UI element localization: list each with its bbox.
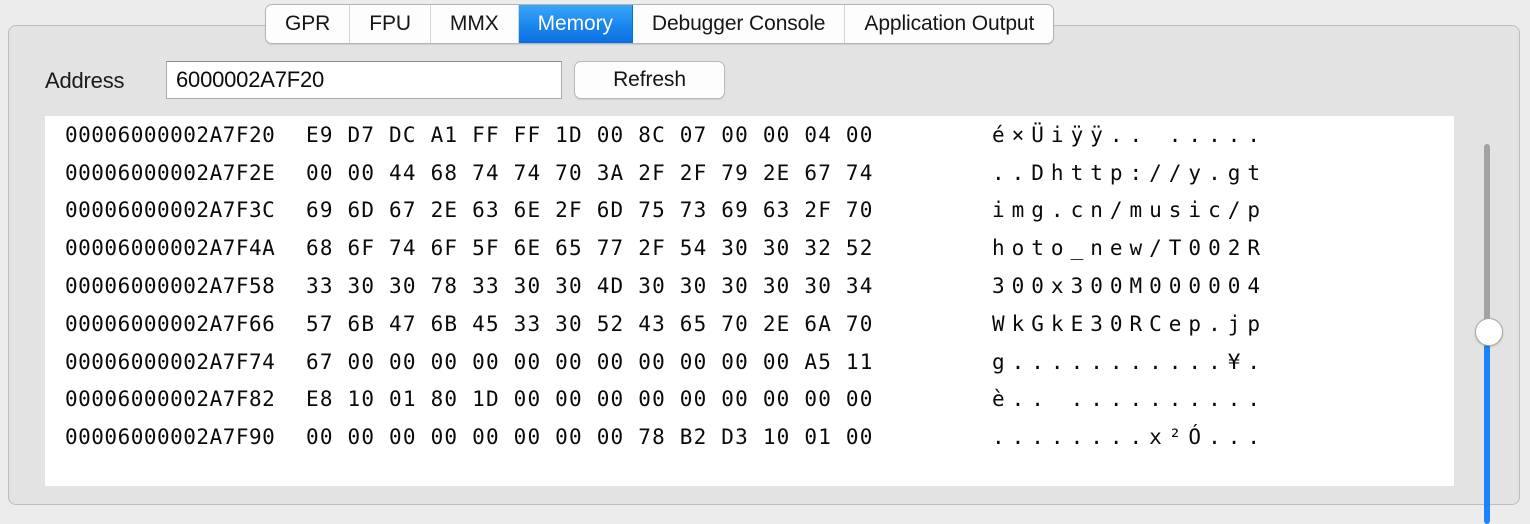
hex-row[interactable]: 00006000002A7F66 57 6B 47 6B 45 33 30 52 … — [45, 305, 1454, 343]
hex-row-address: 00006000002A7F2E — [65, 160, 276, 185]
tab-bar: GPR FPU MMX Memory Debugger Console Applicati… — [265, 4, 1055, 44]
hex-row[interactable]: 00006000002A7F3C 69 6D 67 2E 63 6E 2F 6D … — [45, 192, 1454, 230]
hex-row-address: 00006000002A7F3C — [65, 198, 276, 223]
slider-track-upper[interactable] — [1484, 144, 1490, 338]
hex-row-address: 00006000002A7F82 — [65, 387, 276, 412]
hex-row-ascii: ........x²Ó... — [992, 425, 1268, 450]
tab-gpr[interactable]: GPR — [266, 5, 351, 43]
tab-mmx[interactable]: MMX — [430, 5, 519, 43]
hex-row[interactable]: 00006000002A7F90 00 00 00 00 00 00 00 00 … — [45, 418, 1454, 456]
hex-row-ascii: è.. .......... — [992, 387, 1268, 412]
refresh-button[interactable]: Refresh — [574, 61, 725, 99]
hex-row-ascii: WkGkE30RCep.jp — [992, 311, 1268, 336]
hex-dump-view[interactable]: 00006000002A7F20 E9 D7 DC A1 FF FF 1D 00 … — [45, 116, 1454, 486]
hex-row-address: 00006000002A7F90 — [65, 425, 276, 450]
hex-row[interactable]: 00006000002A7F74 67 00 00 00 00 00 00 00 … — [45, 343, 1454, 381]
hex-row-bytes: 33 30 30 78 33 30 30 4D 30 30 30 30 30 3… — [306, 274, 874, 299]
hex-row-bytes: 00 00 44 68 74 74 70 3A 2F 2F 79 2E 67 7… — [306, 160, 874, 185]
hex-row-address: 00006000002A7F4A — [65, 236, 276, 261]
hex-row-bytes: 68 6F 74 6F 5F 6E 65 77 2F 54 30 30 32 5… — [306, 236, 874, 261]
memory-panel: Address Refresh 00006000002A7F20 E9 D7 DC… — [8, 25, 1520, 524]
hex-row-bytes: 67 00 00 00 00 00 00 00 00 00 00 00 A5 1… — [306, 349, 874, 374]
address-input[interactable] — [166, 61, 562, 99]
hex-row[interactable]: 00006000002A7F82 E8 10 01 80 1D 00 00 00 … — [45, 381, 1454, 419]
tab-debugger-console[interactable]: Debugger Console — [632, 5, 846, 43]
slider-track-filled[interactable] — [1484, 344, 1490, 524]
hex-row-ascii: 300x300M000004 — [992, 274, 1268, 299]
hex-row-ascii: é×Üiÿÿ.. ..... — [992, 122, 1268, 147]
hex-row-bytes: 00 00 00 00 00 00 00 00 78 B2 D3 10 01 0… — [306, 425, 874, 450]
hex-row-bytes: 69 6D 67 2E 63 6E 2F 6D 75 73 69 63 2F 7… — [306, 198, 874, 223]
tab-fpu[interactable]: FPU — [350, 5, 431, 43]
hex-row-bytes: 57 6B 47 6B 45 33 30 52 43 65 70 2E 6A 7… — [306, 311, 874, 336]
hex-row-ascii: g...........¥. — [992, 349, 1268, 374]
tab-memory[interactable]: Memory — [518, 5, 633, 43]
hex-row-address: 00006000002A7F66 — [65, 311, 276, 336]
hex-row[interactable]: 00006000002A7F2E 00 00 44 68 74 74 70 3A … — [45, 154, 1454, 192]
hex-row-address: 00006000002A7F58 — [65, 274, 276, 299]
hex-row-address: 00006000002A7F74 — [65, 349, 276, 374]
hex-row[interactable]: 00006000002A7F58 33 30 30 78 33 30 30 4D … — [45, 267, 1454, 305]
hex-row-address: 00006000002A7F20 — [65, 122, 276, 147]
hex-row-bytes: E9 D7 DC A1 FF FF 1D 00 8C 07 00 00 04 0… — [306, 122, 874, 147]
hex-row[interactable]: 00006000002A7F4A 68 6F 74 6F 5F 6E 65 77 … — [45, 229, 1454, 267]
address-toolbar: Address Refresh — [9, 59, 1519, 101]
address-label: Address — [45, 68, 125, 93]
memory-scroll-slider[interactable] — [1475, 144, 1503, 524]
slider-knob[interactable] — [1475, 318, 1503, 346]
hex-row-ascii: hoto_new/T002R — [992, 236, 1268, 261]
hex-row[interactable]: 00006000002A7F20 E9 D7 DC A1 FF FF 1D 00 … — [45, 116, 1454, 154]
memory-viewer-window: Address Refresh 00006000002A7F20 E9 D7 DC… — [0, 0, 1530, 524]
hex-row-ascii: ..Dhttp://y.gt — [992, 160, 1268, 185]
hex-row-bytes: E8 10 01 80 1D 00 00 00 00 00 00 00 00 0… — [306, 387, 874, 412]
tab-application-output[interactable]: Application Output — [845, 5, 1054, 43]
hex-row-ascii: img.cn/music/p — [992, 198, 1268, 223]
